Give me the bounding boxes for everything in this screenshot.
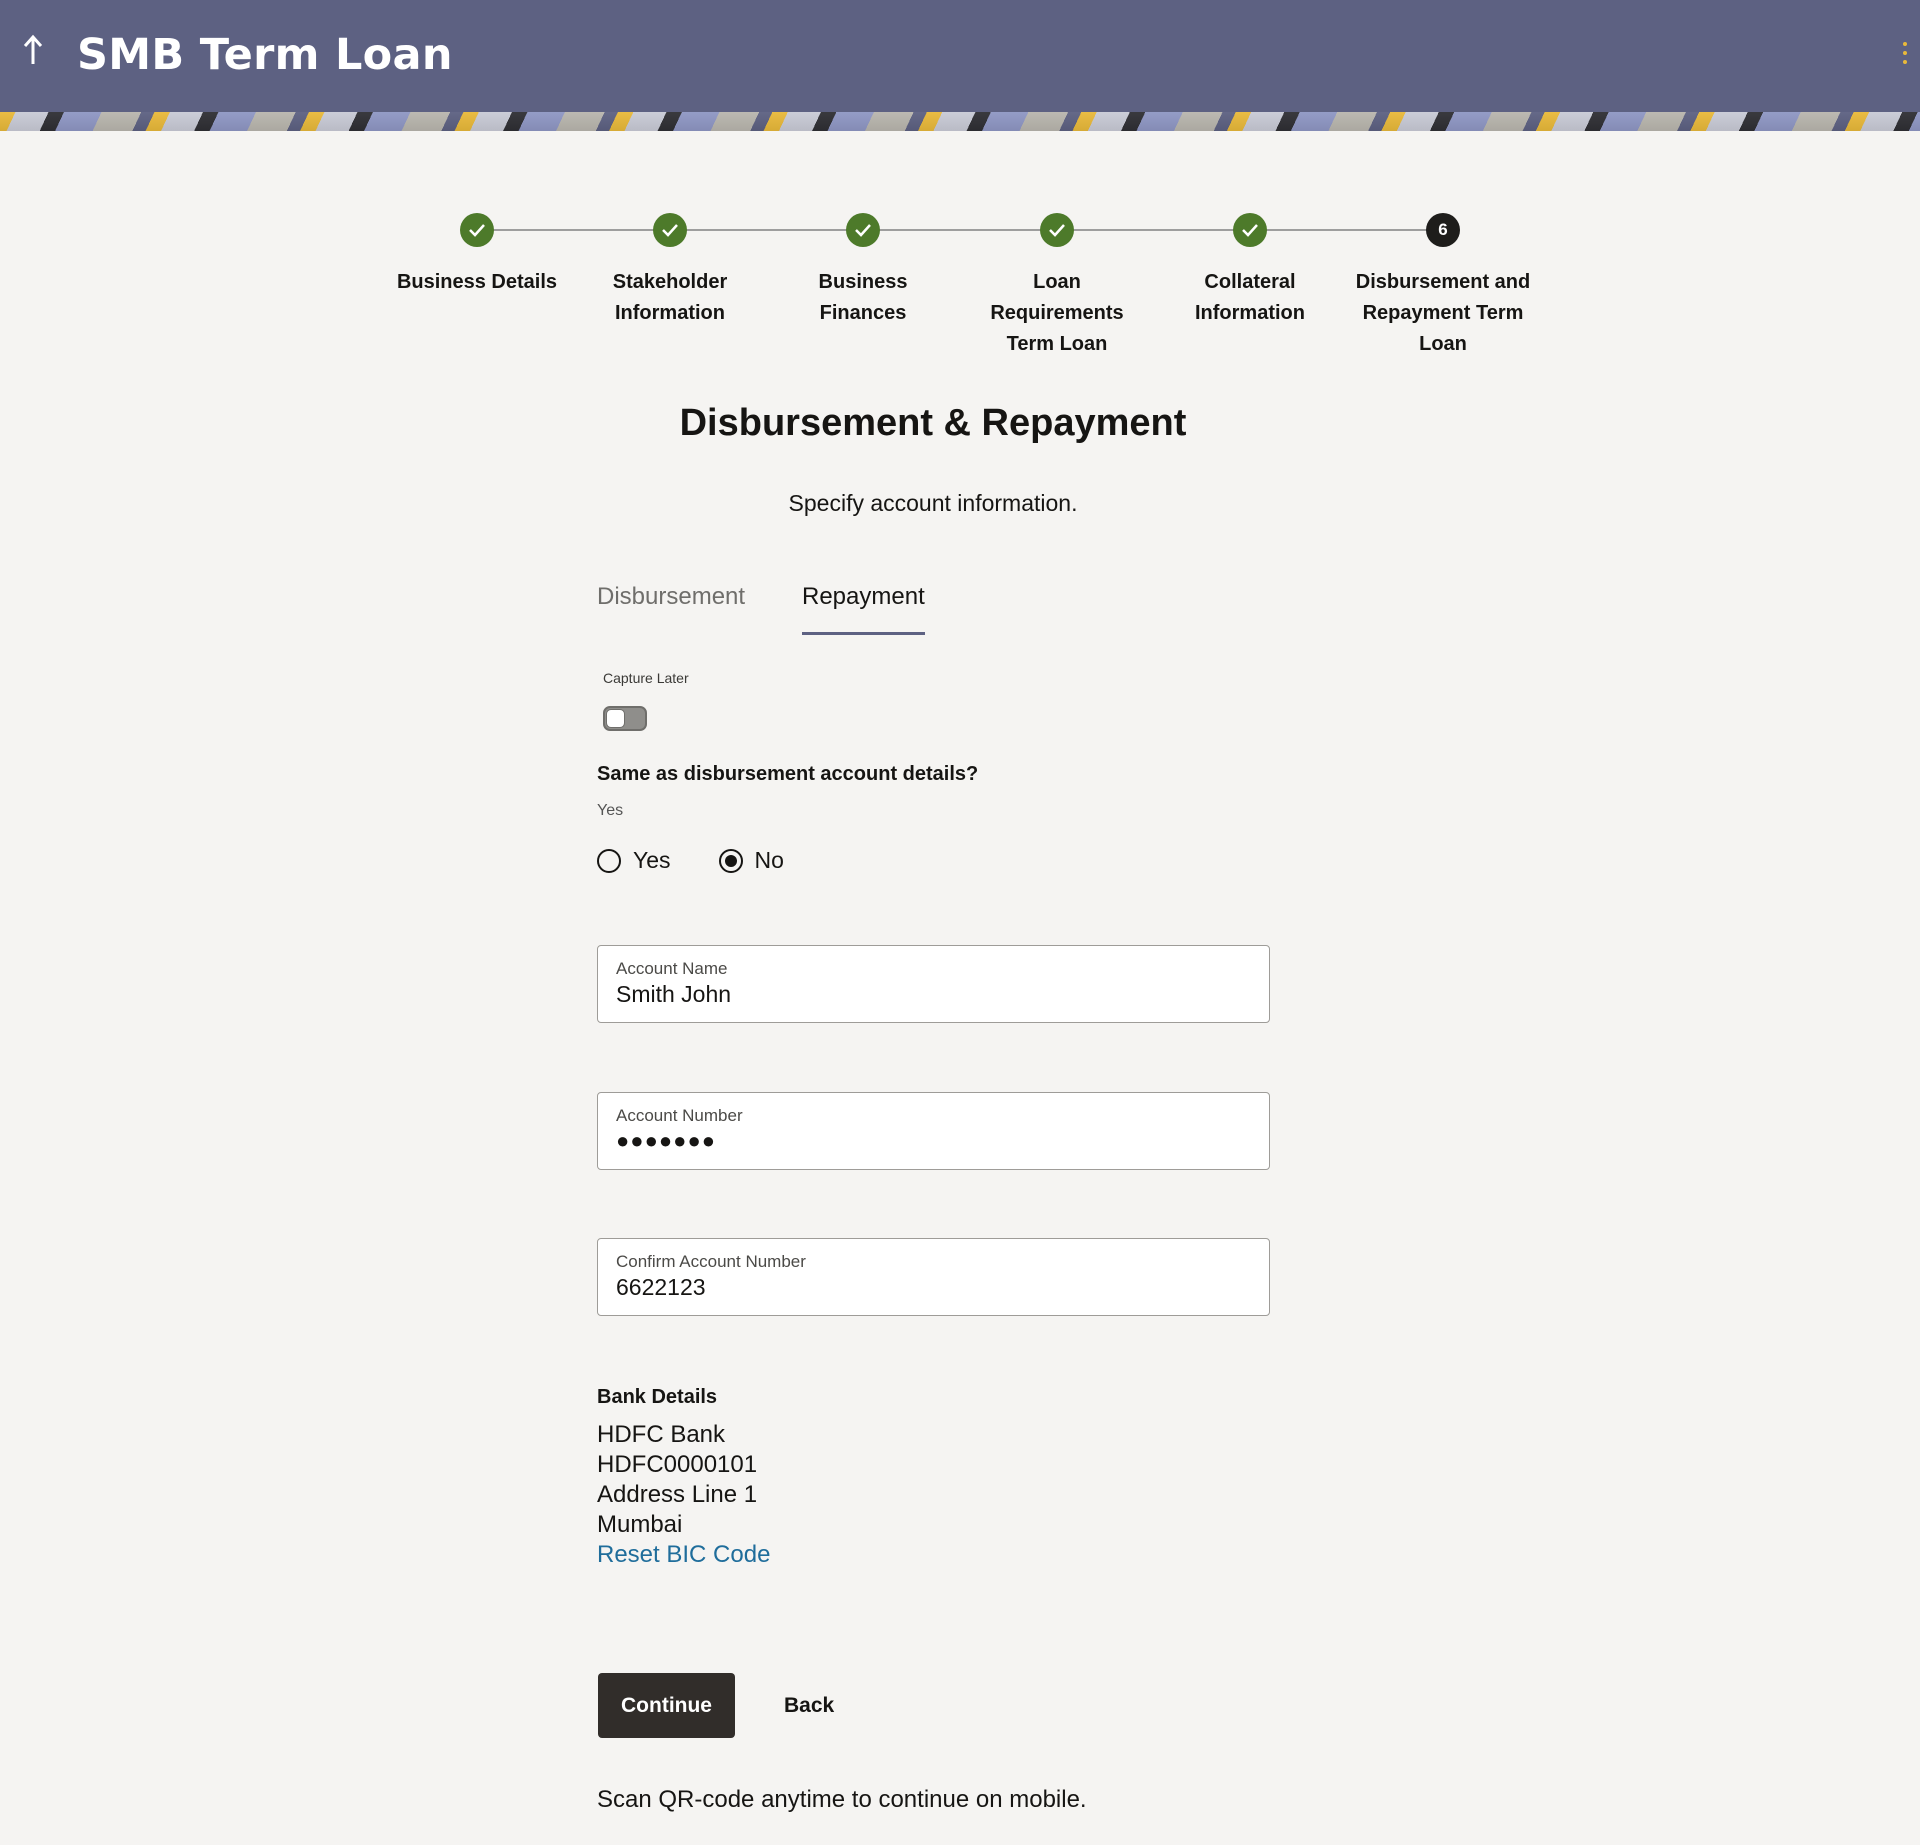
- step-label: Disbursement and Repayment Term Loan: [1355, 271, 1531, 355]
- confirm-account-number-field[interactable]: Confirm Account Number 6622123: [597, 1238, 1270, 1316]
- capture-later-toggle[interactable]: [603, 706, 647, 731]
- checkmark-icon: [1040, 213, 1074, 247]
- account-name-input[interactable]: Smith John: [616, 981, 1251, 1008]
- bank-name: HDFC Bank: [597, 1421, 726, 1448]
- radio-label: No: [754, 847, 784, 873]
- up-arrow-icon[interactable]: [18, 30, 48, 70]
- checkmark-icon: [1233, 213, 1267, 247]
- same-as-disbursement-radio-group: Yes No: [597, 847, 784, 874]
- step-label: Business Finances: [818, 271, 908, 324]
- kebab-menu-icon[interactable]: [1902, 42, 1908, 64]
- capture-later-label: Capture Later: [603, 670, 689, 686]
- step-number-badge: 6: [1426, 213, 1460, 247]
- same-as-disbursement-question: Same as disbursement account details?: [597, 763, 979, 785]
- field-label: Account Number: [616, 1106, 743, 1125]
- reset-bic-code-link[interactable]: Reset BIC Code: [597, 1540, 770, 1570]
- app-title: SMB Term Loan: [77, 30, 453, 80]
- page-title: Disbursement & Repayment: [679, 402, 1187, 444]
- step-label: Collateral Information: [1195, 271, 1305, 324]
- radio-no[interactable]: No: [718, 847, 784, 874]
- field-label: Confirm Account Number: [616, 1252, 806, 1271]
- radio-label: Yes: [633, 847, 671, 873]
- confirm-account-number-input[interactable]: 6622123: [616, 1274, 1251, 1301]
- bank-details-title: Bank Details: [597, 1386, 718, 1408]
- field-label: Account Name: [616, 959, 728, 978]
- header-decorative-band: [0, 112, 1920, 131]
- step-stakeholder-information[interactable]: Stakeholder Information: [570, 208, 770, 329]
- radio-circle-icon[interactable]: [597, 848, 621, 873]
- step-disbursement-repayment[interactable]: 6 Disbursement and Repayment Term Loan: [1343, 208, 1543, 360]
- page-subtitle: Specify account information.: [788, 490, 1078, 516]
- radio-yes[interactable]: Yes: [597, 847, 671, 874]
- checkmark-icon: [460, 213, 494, 247]
- back-button[interactable]: Back: [770, 1673, 848, 1738]
- bank-address: Address Line 1: [597, 1481, 758, 1508]
- bank-bic-code: HDFC0000101: [597, 1451, 758, 1478]
- checkmark-icon: [846, 213, 880, 247]
- bank-city: Mumbai: [597, 1511, 683, 1538]
- progress-stepper: Business Details Stakeholder Information…: [0, 208, 1920, 368]
- account-number-field[interactable]: Account Number ●●●●●●●: [597, 1092, 1270, 1170]
- continue-button[interactable]: Continue: [598, 1673, 735, 1738]
- same-as-disbursement-hint: Yes: [597, 802, 624, 819]
- account-name-field[interactable]: Account Name Smith John: [597, 945, 1270, 1023]
- step-loan-requirements[interactable]: Loan Requirements Term Loan: [967, 208, 1147, 360]
- account-number-input[interactable]: ●●●●●●●: [616, 1128, 1251, 1154]
- radio-circle-checked-icon[interactable]: [718, 848, 743, 873]
- step-collateral-information[interactable]: Collateral Information: [1165, 208, 1335, 329]
- step-label: Loan Requirements Term Loan: [990, 271, 1124, 355]
- tab-disbursement[interactable]: Disbursement: [597, 583, 745, 635]
- step-business-finances[interactable]: Business Finances: [783, 208, 943, 329]
- step-label: Stakeholder Information: [612, 271, 728, 324]
- bank-details: HDFC Bank HDFC0000101 Address Line 1 Mum…: [597, 1420, 770, 1570]
- step-business-details[interactable]: Business Details: [372, 208, 582, 298]
- step-label: Business Details: [396, 271, 558, 293]
- qr-code-note: Scan QR-code anytime to continue on mobi…: [597, 1786, 1087, 1813]
- tab-repayment[interactable]: Repayment: [802, 583, 925, 635]
- toggle-knob: [606, 709, 625, 728]
- app-header: SMB Term Loan: [0, 0, 1920, 131]
- checkmark-icon: [653, 213, 687, 247]
